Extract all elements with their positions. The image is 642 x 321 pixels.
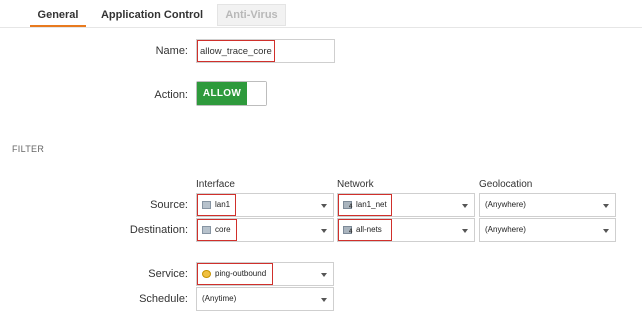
destination-geolocation-select[interactable]: (Anywhere): [479, 218, 616, 242]
destination-interface-highlight: [197, 219, 237, 241]
chevron-down-icon: [603, 229, 609, 233]
service-label: Service:: [148, 268, 188, 280]
service-highlight: [197, 263, 273, 285]
chevron-down-icon: [603, 204, 609, 208]
chevron-down-icon: [321, 229, 327, 233]
source-interface-highlight: [197, 194, 236, 216]
destination-geolocation-value: (Anywhere): [485, 225, 526, 234]
filter-section-title: FILTER: [12, 144, 45, 154]
chevron-down-icon: [462, 229, 468, 233]
interface-column-header: Interface: [196, 179, 235, 190]
tab-general[interactable]: General: [30, 4, 86, 27]
schedule-select[interactable]: (Anytime): [196, 287, 334, 311]
tab-anti-virus: Anti-Virus: [217, 4, 286, 26]
source-label: Source:: [150, 199, 188, 211]
action-toggle-on: ALLOW: [197, 82, 247, 105]
action-toggle[interactable]: ALLOW: [196, 81, 267, 106]
source-network-highlight: [338, 194, 392, 216]
source-geolocation-value: (Anywhere): [485, 200, 526, 209]
chevron-down-icon: [462, 204, 468, 208]
schedule-value: (Anytime): [202, 294, 237, 303]
destination-label: Destination:: [129, 224, 188, 236]
action-label: Action:: [154, 89, 188, 101]
network-column-header: Network: [337, 179, 374, 190]
toggle-knob: [248, 82, 266, 105]
name-highlight: [197, 40, 275, 62]
tab-application-control[interactable]: Application Control: [97, 4, 207, 26]
name-label: Name:: [155, 45, 188, 57]
chevron-down-icon: [321, 298, 327, 302]
chevron-down-icon: [321, 273, 327, 277]
source-geolocation-select[interactable]: (Anywhere): [479, 193, 616, 217]
schedule-label: Schedule:: [139, 293, 188, 305]
geolocation-column-header: Geolocation: [479, 179, 533, 190]
destination-network-highlight: [338, 219, 392, 241]
chevron-down-icon: [321, 204, 327, 208]
tab-divider: [0, 27, 642, 28]
